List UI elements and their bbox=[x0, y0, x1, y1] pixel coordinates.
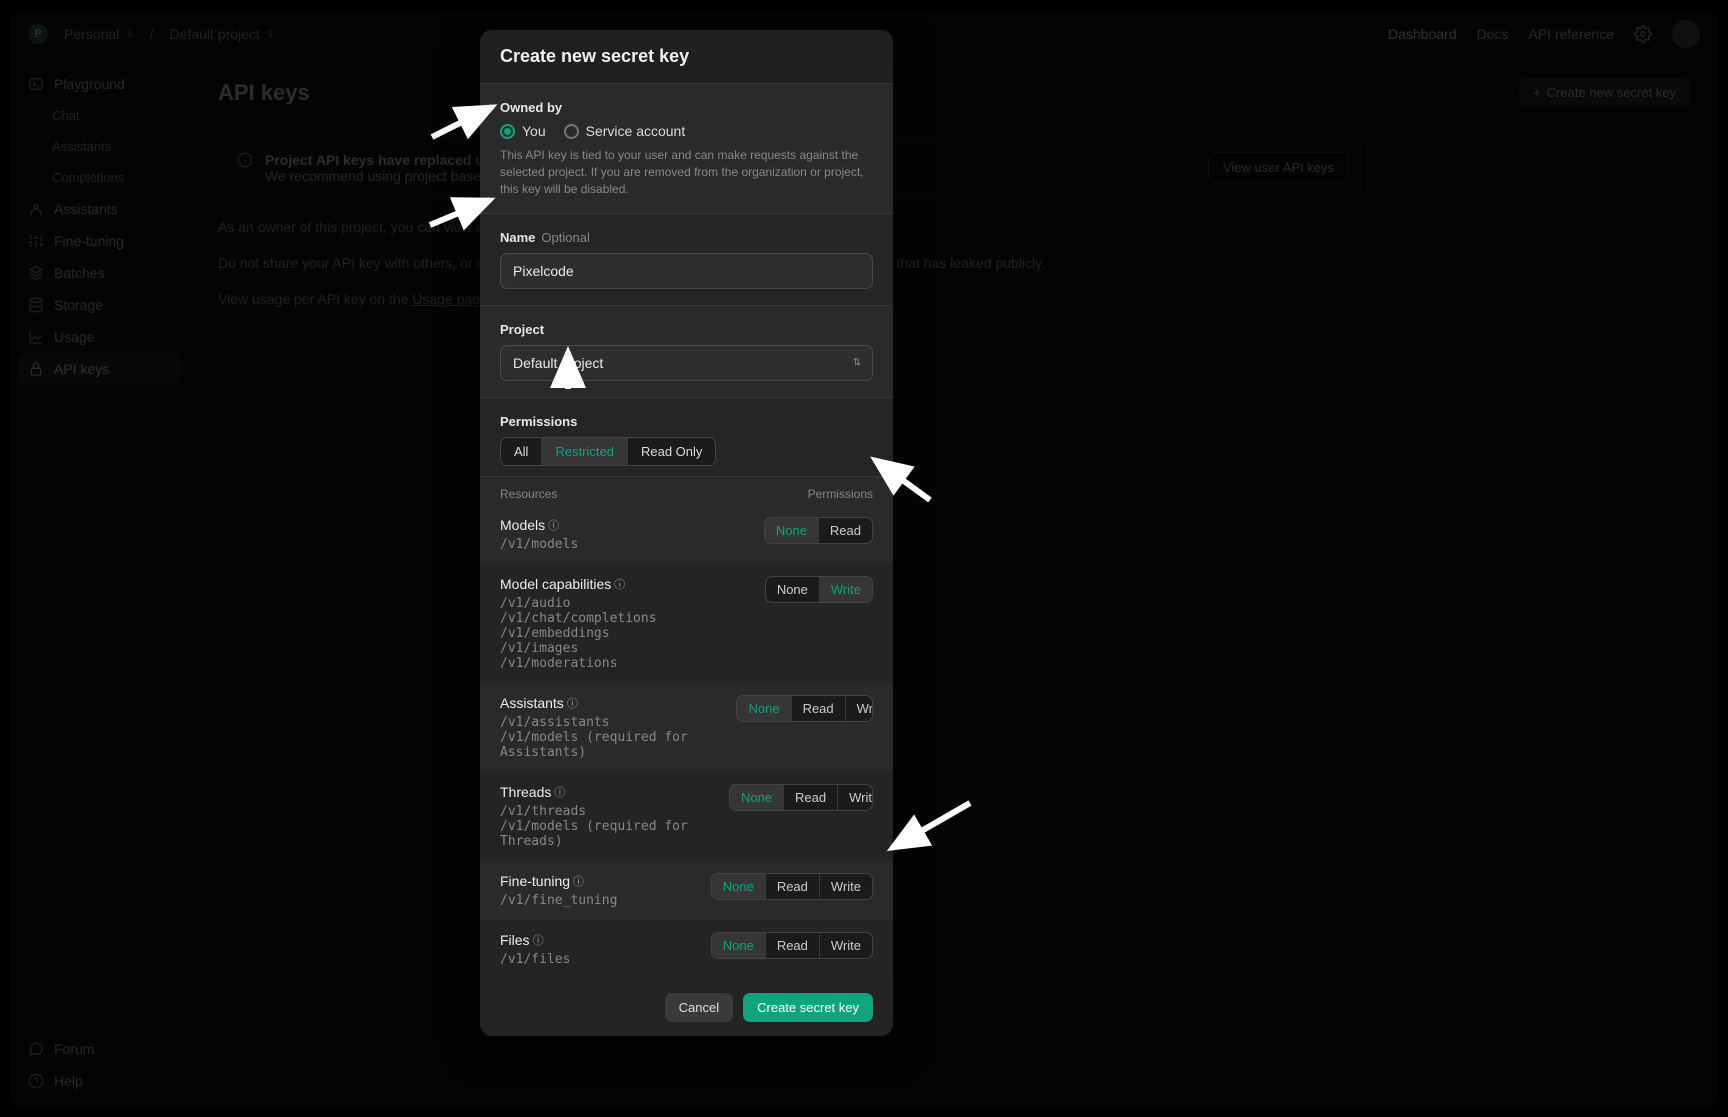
permissions-label: Permissions bbox=[500, 414, 873, 429]
seg-readonly[interactable]: Read Only bbox=[627, 438, 715, 465]
resource-headers: Resources Permissions bbox=[480, 477, 893, 505]
radio-dot-icon bbox=[500, 124, 515, 139]
perm-write[interactable]: Write bbox=[819, 933, 872, 958]
permission-toggle: NoneReadWrite bbox=[711, 932, 873, 959]
resource-row: Modelsⓘ /v1/models NoneRead bbox=[480, 505, 893, 564]
perm-none[interactable]: None bbox=[712, 933, 765, 958]
perm-write[interactable]: Write bbox=[845, 696, 873, 721]
resource-paths: /v1/threads /v1/models (required for Thr… bbox=[500, 804, 729, 849]
resource-paths: /v1/files bbox=[500, 952, 570, 967]
resources-col: Resources bbox=[500, 487, 557, 501]
resource-row: Threadsⓘ /v1/threads /v1/models (required… bbox=[480, 772, 893, 861]
resources-list: Modelsⓘ/v1/modelsNoneReadModel capabilit… bbox=[480, 505, 893, 979]
perm-none[interactable]: None bbox=[712, 874, 765, 899]
perm-read[interactable]: Read bbox=[791, 696, 845, 721]
seg-restricted[interactable]: Restricted bbox=[541, 438, 627, 465]
info-icon[interactable]: ⓘ bbox=[567, 698, 578, 710]
name-label: NameOptional bbox=[500, 230, 873, 245]
info-icon[interactable]: ⓘ bbox=[548, 520, 559, 532]
resource-name: Assistantsⓘ bbox=[500, 695, 736, 711]
perm-none[interactable]: None bbox=[766, 577, 819, 602]
create-key-modal: Create new secret key Owned by You Servi… bbox=[480, 30, 893, 1036]
owner-radio-service[interactable]: Service account bbox=[564, 123, 686, 139]
permission-toggle: NoneReadWrite bbox=[736, 695, 873, 722]
create-secret-key-button[interactable]: Create secret key bbox=[743, 993, 873, 1022]
resource-row: Assistantsⓘ /v1/assistants /v1/models (re… bbox=[480, 683, 893, 772]
permission-toggle: NoneReadWrite bbox=[729, 784, 873, 811]
name-input[interactable] bbox=[500, 253, 873, 289]
owner-hint: This API key is tied to your user and ca… bbox=[500, 147, 873, 197]
perm-read[interactable]: Read bbox=[818, 518, 872, 543]
chevron-updown-icon: ⇅ bbox=[853, 358, 861, 369]
resource-name: Modelsⓘ bbox=[500, 517, 578, 533]
perm-read[interactable]: Read bbox=[765, 874, 819, 899]
info-icon[interactable]: ⓘ bbox=[614, 579, 625, 591]
perm-write[interactable]: Write bbox=[819, 874, 872, 899]
resource-name: Fine-tuningⓘ bbox=[500, 873, 617, 889]
permission-toggle: NoneWrite bbox=[765, 576, 873, 603]
radio-dot-icon bbox=[564, 124, 579, 139]
cancel-button[interactable]: Cancel bbox=[665, 993, 733, 1022]
permission-segmented: All Restricted Read Only bbox=[500, 437, 716, 466]
owned-by-label: Owned by bbox=[500, 100, 873, 115]
owner-radio-you[interactable]: You bbox=[500, 123, 546, 139]
resource-paths: /v1/audio /v1/chat/completions /v1/embed… bbox=[500, 596, 657, 671]
label: Service account bbox=[586, 123, 686, 139]
permission-toggle: NoneRead bbox=[764, 517, 873, 544]
optional-tag: Optional bbox=[541, 230, 589, 245]
project-select[interactable] bbox=[500, 345, 873, 381]
info-icon[interactable]: ⓘ bbox=[533, 935, 544, 947]
perm-write[interactable]: Write bbox=[837, 785, 873, 810]
modal-title: Create new secret key bbox=[500, 46, 873, 67]
resource-name: Threadsⓘ bbox=[500, 784, 729, 800]
resource-paths: /v1/models bbox=[500, 537, 578, 552]
info-icon[interactable]: ⓘ bbox=[573, 876, 584, 888]
resource-row: Model capabilitiesⓘ /v1/audio /v1/chat/co… bbox=[480, 564, 893, 683]
seg-all[interactable]: All bbox=[501, 438, 541, 465]
perm-read[interactable]: Read bbox=[783, 785, 837, 810]
modal-footer: Cancel Create secret key bbox=[480, 979, 893, 1036]
label: You bbox=[522, 123, 546, 139]
resource-paths: /v1/fine_tuning bbox=[500, 893, 617, 908]
perm-none[interactable]: None bbox=[765, 518, 818, 543]
resource-row: Fine-tuningⓘ /v1/fine_tuning NoneReadWrite bbox=[480, 861, 893, 920]
perm-none[interactable]: None bbox=[730, 785, 783, 810]
resource-name: Filesⓘ bbox=[500, 932, 570, 948]
resource-paths: /v1/assistants /v1/models (required for … bbox=[500, 715, 736, 760]
permissions-col: Permissions bbox=[808, 487, 873, 501]
perm-read[interactable]: Read bbox=[765, 933, 819, 958]
perm-write[interactable]: Write bbox=[819, 577, 872, 602]
info-icon[interactable]: ⓘ bbox=[554, 787, 565, 799]
perm-none[interactable]: None bbox=[737, 696, 790, 721]
resource-name: Model capabilitiesⓘ bbox=[500, 576, 657, 592]
permission-toggle: NoneReadWrite bbox=[711, 873, 873, 900]
resource-row: Filesⓘ /v1/files NoneReadWrite bbox=[480, 920, 893, 979]
project-label: Project bbox=[500, 322, 873, 337]
